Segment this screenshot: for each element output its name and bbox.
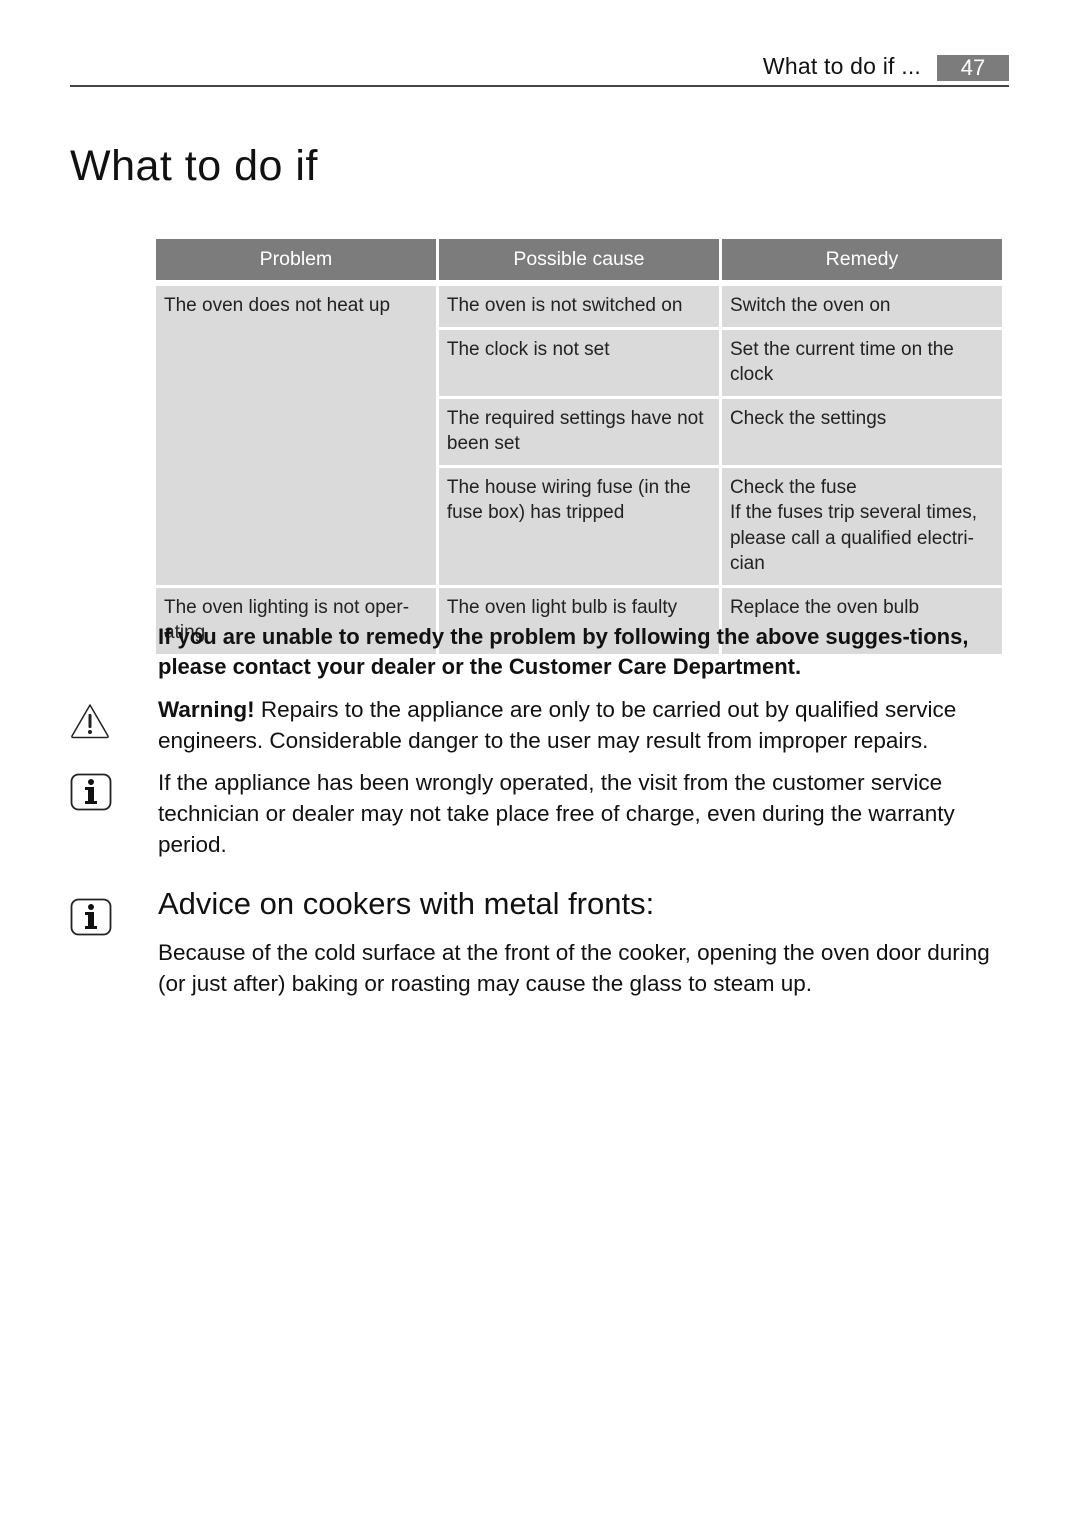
remedy-cell: Check the fuse If the fuses trip several… <box>721 467 1002 585</box>
warning-label: Warning! <box>158 697 255 722</box>
column-header-cause: Possible cause <box>438 239 719 280</box>
table-row: The oven does not heat up The oven is no… <box>156 286 1002 585</box>
remedy-cell: Check the settings <box>721 398 1002 465</box>
cause-cell: The required settings have not been set <box>438 398 719 465</box>
troubleshooting-table: Problem Possible cause Remedy The oven d… <box>153 236 1005 657</box>
running-title: What to do if ... <box>762 53 921 79</box>
remedy-cell: Switch the oven on <box>721 286 1002 327</box>
cause-cell: The oven is not switched on <box>438 286 719 327</box>
remedy-cell: Set the current time on the clock <box>721 329 1002 396</box>
section-heading: Advice on cookers with metal fronts: <box>158 886 655 921</box>
warning-text: Repairs to the appliance are only to be … <box>158 697 957 753</box>
warning-paragraph: Warning! Repairs to the appliance are on… <box>158 694 1013 756</box>
cause-cell: The house wiring fuse (in the fuse box) … <box>438 467 719 585</box>
column-header-problem: Problem <box>156 239 436 280</box>
remedy-extra-text: If the fuses trip several times, please … <box>729 502 978 574</box>
running-header: What to do if ... 47 <box>70 52 1009 87</box>
remedy-text: Check the fuse <box>729 476 857 498</box>
page-title: What to do if <box>70 142 318 190</box>
info-icon <box>70 773 112 816</box>
warranty-note-paragraph: If the appliance has been wrongly operat… <box>158 770 955 857</box>
column-header-remedy: Remedy <box>721 239 1002 280</box>
warning-triangle-icon <box>70 703 110 744</box>
cause-cell: The clock is not set <box>438 329 719 396</box>
advice-paragraph: Because of the cold surface at the front… <box>158 940 990 996</box>
problem-cell: The oven does not heat up <box>156 286 436 585</box>
info-icon <box>70 898 112 941</box>
page-number: 47 <box>937 55 1009 81</box>
table-header-row: Problem Possible cause Remedy <box>156 239 1002 280</box>
contact-dealer-note: If you are unable to remedy the problem … <box>158 624 969 679</box>
